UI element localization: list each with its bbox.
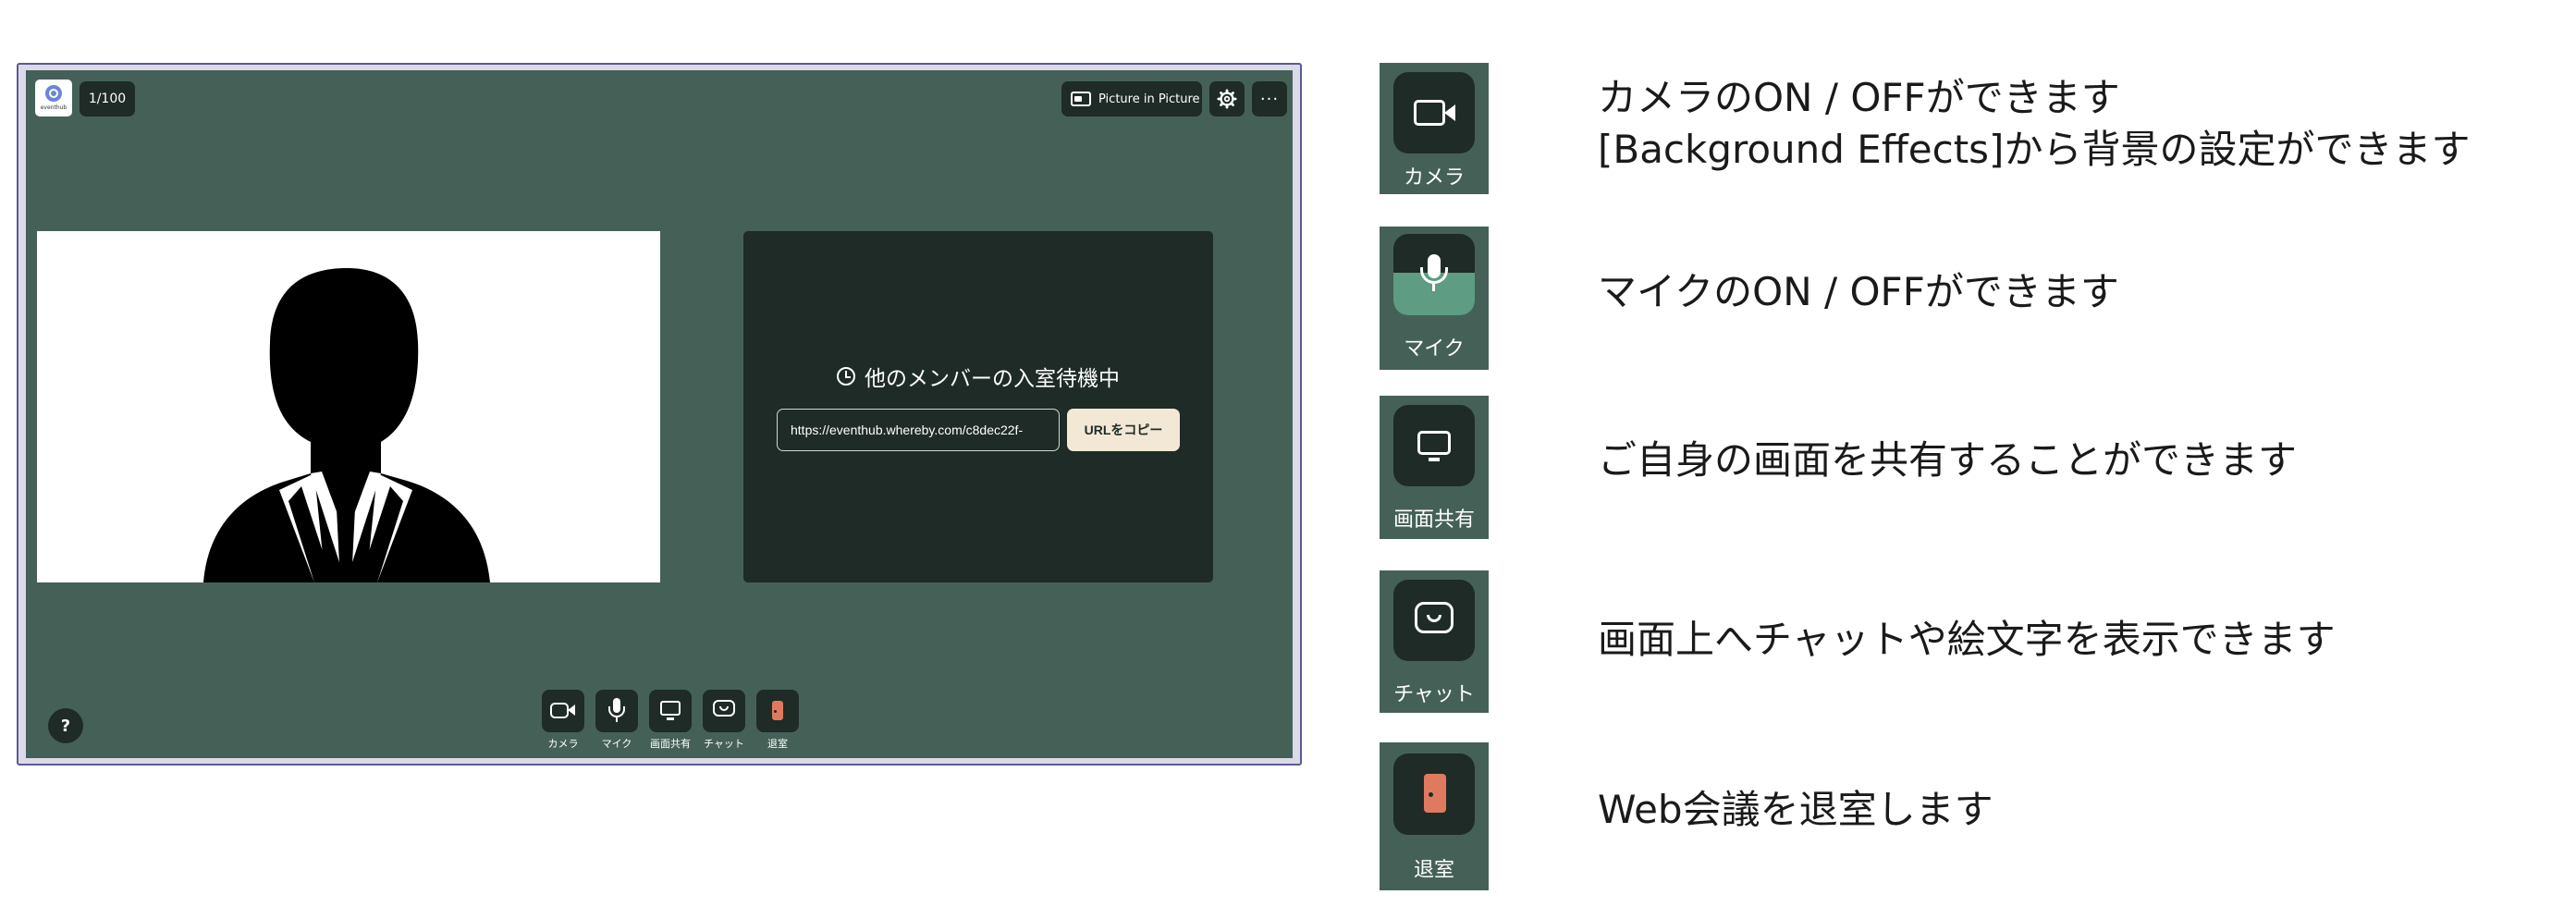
microphone-stem-shape [616, 717, 618, 722]
meeting-toolbar: カメラ マイク 画面共有 チャット 退室 [542, 690, 810, 756]
screen-share-button[interactable] [649, 690, 692, 732]
leave-button-label: 退室 [767, 738, 788, 750]
legend-microphone-label: マイク [1404, 337, 1465, 361]
chat-button-label: チャット [704, 738, 744, 750]
more-options-button[interactable]: ··· [1252, 81, 1287, 116]
leave-button[interactable] [756, 690, 799, 732]
legend-camera-line-1: カメラのON / OFFができます [1598, 75, 2120, 120]
microphone-button[interactable] [595, 690, 638, 732]
legend-camera-line-2: [Background Effects]から背景の設定ができます [1598, 127, 2471, 172]
legend-screen-share: 画面共有 [1380, 396, 1489, 539]
legend-camera-label: カメラ [1403, 166, 1465, 190]
eventhub-logo: eventhub [35, 80, 72, 116]
microphone-arc-shape [608, 706, 625, 717]
participant-count: 1/100 [80, 81, 135, 116]
legend-leave: 退室 [1380, 742, 1489, 890]
settings-button[interactable] [1209, 81, 1245, 116]
legend-microphone-tile [1393, 234, 1475, 315]
door-icon [1424, 774, 1446, 813]
legend-microphone-line-1: マイクのON / OFFができます [1598, 269, 2119, 314]
help-button[interactable]: ? [48, 708, 83, 743]
legend-chat-tile [1393, 580, 1475, 661]
picture-in-picture-label: Picture in Picture [1098, 92, 1200, 106]
legend-microphone: マイク [1380, 227, 1489, 370]
legend-screen-share-label: 画面共有 [1392, 509, 1475, 532]
gear-icon [1217, 89, 1237, 109]
legend-screen-share-line-1: ご自身の画面を共有することができます [1598, 437, 2298, 483]
legend-screen-share-tile [1393, 405, 1475, 486]
clock-icon [837, 367, 855, 386]
waiting-panel: 他のメンバーの入室待機中 https://eventhub.whereby.co… [743, 231, 1213, 582]
room-url-field[interactable]: https://eventhub.whereby.com/c8dec22f- [777, 409, 1060, 451]
monitor-stand-shape [1429, 458, 1440, 461]
waiting-title: 他のメンバーの入室待機中 [865, 367, 1120, 391]
camera-lens-shape [1444, 104, 1455, 121]
self-video-tile [37, 231, 660, 582]
camera-icon [1414, 100, 1445, 126]
door-knob-shape [1429, 792, 1433, 797]
legend-chat-line-1: 画面上へチャットや絵文字を表示できます [1598, 617, 2336, 662]
chat-button[interactable] [703, 690, 745, 732]
waiting-title-row: 他のメンバーの入室待機中 [743, 361, 1213, 392]
legend-camera-tile [1393, 72, 1475, 153]
legend-camera: カメラ [1380, 63, 1489, 194]
camera-icon [550, 703, 569, 718]
camera-button[interactable] [542, 690, 584, 732]
legend-chat-label: チャット [1393, 683, 1475, 706]
legend-leave-tile [1393, 754, 1475, 835]
legend-chat: チャット [1380, 570, 1489, 713]
legend-leave-line-1: Web会議を退室します [1598, 787, 1993, 832]
microphone-stem-shape [1432, 284, 1435, 291]
microphone-button-label: マイク [601, 738, 632, 750]
copy-url-button[interactable]: URLをコピー [1067, 409, 1180, 451]
camera-button-label: カメラ [547, 738, 579, 750]
monitor-icon [1417, 431, 1451, 455]
picture-in-picture-button[interactable]: Picture in Picture [1061, 81, 1202, 116]
legend-leave-label: 退室 [1413, 859, 1454, 882]
monitor-icon [660, 701, 681, 716]
camera-lens-shape [568, 705, 575, 716]
logo-mark-icon [45, 85, 62, 102]
door-knob-shape [774, 710, 777, 713]
meeting-screenshot: eventhub 1/100 Picture in Picture ··· 他の… [17, 63, 1302, 766]
page: eventhub 1/100 Picture in Picture ··· 他の… [0, 0, 2576, 919]
meeting-room: eventhub 1/100 Picture in Picture ··· 他の… [26, 70, 1293, 758]
picture-in-picture-icon [1071, 92, 1091, 106]
person-silhouette-icon [203, 268, 490, 582]
logo-text: eventhub [40, 104, 67, 111]
monitor-stand-shape [667, 717, 674, 720]
screen-share-button-label: 画面共有 [650, 738, 691, 750]
